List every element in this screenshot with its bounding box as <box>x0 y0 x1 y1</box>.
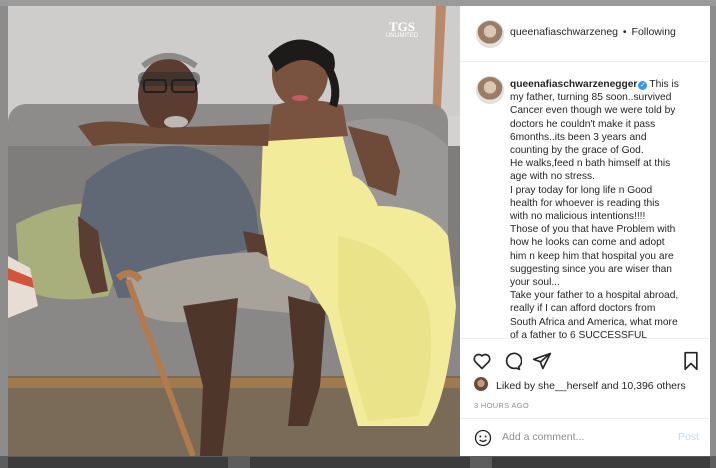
caption-line: him n keep him that hospital you are <box>510 250 674 262</box>
verified-badge-icon: ✓ <box>638 81 648 90</box>
comment-input[interactable] <box>502 428 672 446</box>
caption-line: age with no stress. <box>510 171 595 183</box>
caption-line: your soul... <box>510 277 560 289</box>
background-thumbnail[interactable] <box>250 457 470 468</box>
caption-line: health for whoever is reading this <box>510 197 660 209</box>
post-timestamp[interactable]: 3 HOURS AGO <box>474 401 529 410</box>
liker-username-link[interactable]: she__herself <box>538 380 598 392</box>
caption-line: really if I can afford doctors from <box>510 303 656 315</box>
caption-line: Take your father to a hospital abroad, <box>510 290 679 302</box>
watermark-logo: TGS UNLIMITED <box>385 19 419 39</box>
caption-line: This is <box>649 79 679 90</box>
likes-count-link[interactable]: 10,396 others <box>622 380 686 392</box>
post-modal: TGS UNLIMITED queenafiaschwarzeneg • Fol… <box>8 6 710 456</box>
post-photo-illustration <box>8 6 460 456</box>
caption-section: queenafiaschwarzenegger ✓ This is my fathe… <box>460 62 710 338</box>
separator-dot: • <box>622 26 627 38</box>
background-thumbnail[interactable] <box>8 457 228 468</box>
caption-text: queenafiaschwarzenegger ✓ This is my fathe… <box>510 78 702 338</box>
likes-prefix: Liked by <box>496 380 536 392</box>
author-avatar[interactable] <box>476 20 504 48</box>
caption-line: I pray today for long life n Good <box>510 184 653 196</box>
post-header: queenafiaschwarzeneg • Following <box>460 6 710 62</box>
liker-avatar[interactable] <box>474 377 488 391</box>
post-side-panel: queenafiaschwarzeneg • Following queenaf… <box>460 6 710 456</box>
caption-line: my father, turning 85 soon..survived <box>510 92 672 104</box>
likes-summary: Liked by she__herself and 10,396 others <box>496 380 686 392</box>
caption-line: Those of you that have Problem with <box>510 224 676 236</box>
background-thumbnail[interactable] <box>492 457 710 468</box>
caption-line: of a father to 6 SUCCESSFUL <box>510 329 648 338</box>
caption-username-link[interactable]: queenafiaschwarzenegger <box>510 79 637 90</box>
caption-line: doctors he couldn't make it pass <box>510 118 656 130</box>
following-button[interactable]: Following <box>632 26 676 38</box>
author-username-link[interactable]: queenafiaschwarzeneg <box>510 26 618 38</box>
caption-line: with no malicious intentions!!!! <box>510 211 646 223</box>
paper-plane-icon[interactable] <box>532 351 552 376</box>
caption-line: how he looks can come and adopt <box>510 237 665 249</box>
comment-bar: Post <box>460 418 710 457</box>
bookmark-icon[interactable] <box>682 351 700 376</box>
caption-line: He walks,feed n bath himself at this <box>510 158 671 170</box>
caption-line: South Africa and America, what more <box>510 316 678 328</box>
caption-author-avatar[interactable] <box>476 76 504 104</box>
caption-line: Cancer even though we were told by <box>510 105 676 117</box>
comment-icon[interactable] <box>502 351 523 376</box>
post-comment-button[interactable]: Post <box>678 431 699 443</box>
heart-icon[interactable] <box>472 351 492 376</box>
caption-line: counting by the grace of God. <box>510 145 644 157</box>
smiley-icon[interactable] <box>474 429 492 452</box>
post-photo[interactable]: TGS UNLIMITED <box>8 6 460 456</box>
header-username-row: queenafiaschwarzeneg • Following <box>510 26 676 38</box>
caption-line: suggesting since you are wiser than <box>510 263 672 275</box>
caption-line: 6months..its been 3 years and <box>510 131 647 143</box>
likes-joiner: and <box>601 380 619 392</box>
